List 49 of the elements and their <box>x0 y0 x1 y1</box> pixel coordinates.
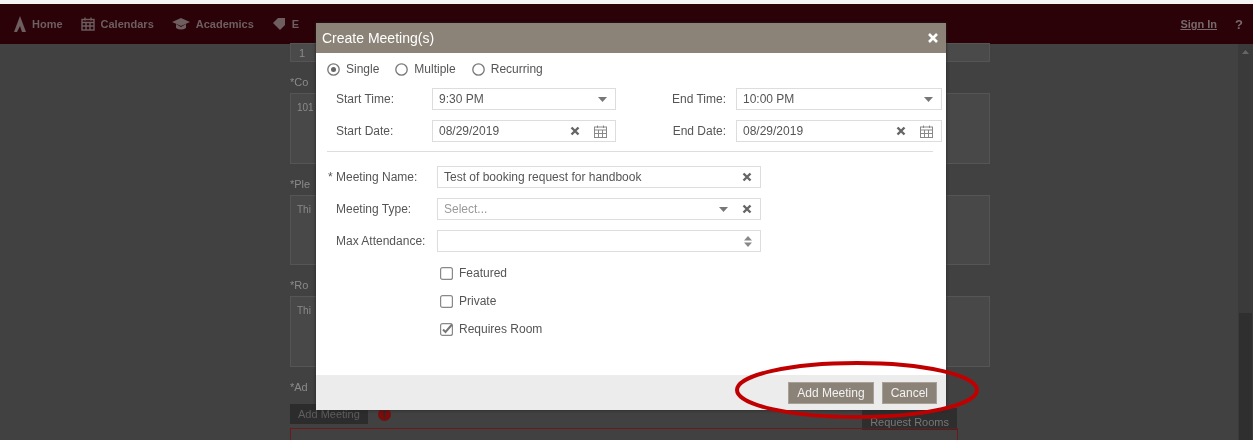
scroll-up-icon[interactable] <box>1242 50 1249 54</box>
checkbox-icon[interactable] <box>440 322 453 336</box>
radio-icon[interactable] <box>327 62 340 76</box>
checkbox-option[interactable]: Requires Room <box>440 322 933 336</box>
field-label: *Co <box>290 76 309 89</box>
input-field[interactable]: Test of booking request for handbook <box>437 166 761 188</box>
close-icon[interactable] <box>928 33 938 43</box>
dialog-title: Create Meeting(s) <box>322 30 435 46</box>
calendar-icon <box>80 17 95 31</box>
clear-icon[interactable] <box>742 172 752 182</box>
field-label: Max Attendance: <box>335 233 427 250</box>
tag-icon <box>271 17 286 31</box>
field-label: Start Time: <box>336 91 395 108</box>
radio-icon[interactable] <box>471 62 485 76</box>
radio-icon[interactable] <box>395 62 409 76</box>
caret-icon <box>719 206 728 212</box>
scrollbar[interactable] <box>1238 44 1253 440</box>
clear-icon[interactable] <box>742 204 752 214</box>
radio-option[interactable]: Multiple <box>395 62 456 76</box>
caret-icon <box>598 96 607 102</box>
select-field[interactable]: 9:30 PM <box>432 88 616 110</box>
checkbox-option[interactable]: Private <box>440 294 933 308</box>
date-field[interactable]: 08/29/2019 <box>736 120 942 142</box>
calendar-icon[interactable] <box>594 124 607 138</box>
clear-icon[interactable] <box>570 126 580 136</box>
help-link[interactable]: ? <box>1235 16 1243 32</box>
checkbox-icon[interactable] <box>440 294 453 308</box>
field-label: End Time: <box>670 91 727 108</box>
graduation-cap-icon <box>171 17 190 31</box>
field-label: *Ple <box>290 177 311 190</box>
select-field[interactable]: 10:00 PM <box>736 88 942 110</box>
checkbox-icon[interactable] <box>440 266 453 280</box>
sign-in-link[interactable]: Sign In <box>1180 18 1218 30</box>
date-field[interactable]: 08/29/2019 <box>432 120 616 142</box>
radio-option[interactable]: Single <box>327 62 380 76</box>
clear-icon[interactable] <box>896 126 906 136</box>
checkbox-option[interactable]: Featured <box>440 266 933 280</box>
field-label: * Meeting Name: <box>328 169 419 186</box>
field-label: Start Date: <box>336 123 395 140</box>
field-label: *Ad <box>290 380 308 393</box>
number-field[interactable] <box>437 230 761 252</box>
caret-icon <box>924 96 933 102</box>
spinner-icon[interactable] <box>744 235 752 247</box>
calendar-icon[interactable] <box>920 124 933 138</box>
field-label: Meeting Type: <box>335 201 413 218</box>
logo-icon <box>14 16 26 32</box>
radio-option[interactable]: Recurring <box>471 62 543 76</box>
field-label: End Date: <box>671 123 727 140</box>
field-label: *Ro <box>290 279 309 292</box>
